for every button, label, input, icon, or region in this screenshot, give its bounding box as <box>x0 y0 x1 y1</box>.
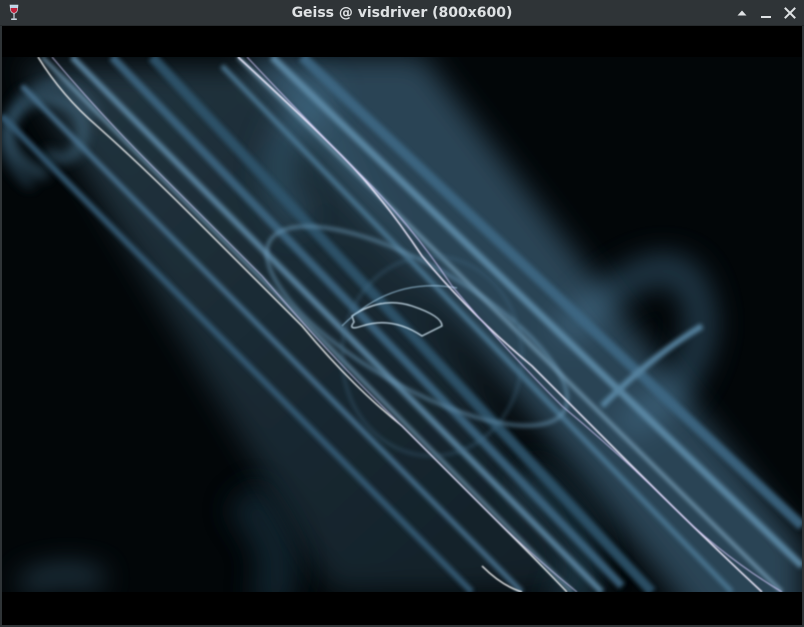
wine-glass-icon[interactable] <box>6 4 22 22</box>
close-icon[interactable] <box>781 4 799 22</box>
minimize-icon[interactable] <box>757 4 775 22</box>
shade-up-icon[interactable] <box>733 4 751 22</box>
window-title: Geiss @ visdriver (800x600) <box>291 5 513 21</box>
visualization-area[interactable] <box>2 26 802 625</box>
app-window: Geiss @ visdriver (800x600) <box>0 0 804 627</box>
visualizer-canvas <box>2 26 802 625</box>
title-bar[interactable]: Geiss @ visdriver (800x600) <box>0 0 804 26</box>
